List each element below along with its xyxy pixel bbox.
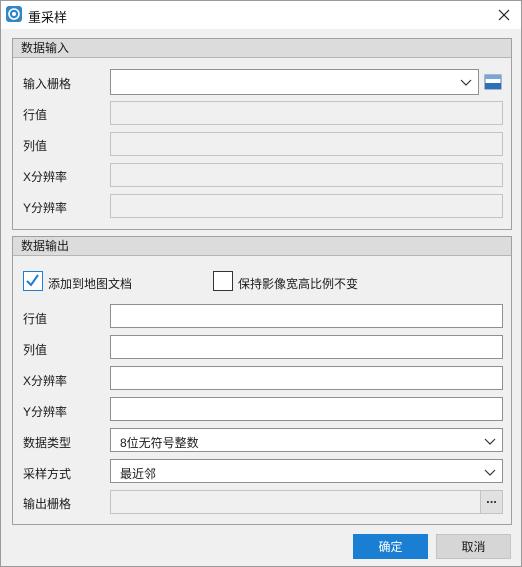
method-value: 最近邻: [120, 467, 157, 481]
resample-dialog: 重采样 数据输入 输入栅格 行值 列值 X分辨率 Y分辨率 数据输出 添加到地图…: [0, 0, 522, 567]
input-xres-field: [110, 163, 503, 187]
output-raster-field[interactable]: ...: [110, 490, 503, 514]
datatype-label: 数据类型: [23, 436, 72, 450]
input-yres-label: Y分辨率: [23, 201, 68, 215]
output-cols-input[interactable]: [110, 335, 503, 359]
data-output-header: 数据输出: [13, 237, 511, 256]
data-input-header: 数据输入: [13, 39, 511, 58]
datatype-value: 8位无符号整数: [120, 436, 199, 450]
browse-button[interactable]: ...: [480, 491, 502, 513]
chevron-down-icon: [484, 438, 496, 445]
input-cols-label: 列值: [23, 139, 48, 153]
output-xres-label: X分辨率: [23, 374, 68, 388]
input-rows-field: [110, 101, 503, 125]
chevron-down-icon: [460, 79, 472, 86]
output-rows-input[interactable]: [110, 304, 503, 328]
window-title: 重采样: [28, 10, 68, 25]
datatype-select[interactable]: 8位无符号整数: [110, 428, 503, 452]
cancel-button[interactable]: 取消: [436, 534, 511, 559]
output-rows-label: 行值: [23, 312, 48, 326]
output-cols-label: 列值: [23, 343, 48, 357]
method-label: 采样方式: [23, 467, 72, 481]
input-cols-field: [110, 132, 503, 156]
open-folder-icon[interactable]: [484, 73, 502, 91]
input-yres-field: [110, 194, 503, 218]
chevron-down-icon: [484, 469, 496, 476]
add-to-map-label: 添加到地图文档: [48, 277, 133, 291]
checkmark-icon: [26, 274, 39, 287]
ok-button[interactable]: 确定: [353, 534, 428, 559]
close-icon: [498, 9, 510, 21]
resample-app-icon: [6, 6, 22, 22]
keep-aspect-checkbox[interactable]: [213, 271, 233, 291]
output-raster-label: 输出栅格: [23, 497, 72, 511]
output-xres-input[interactable]: [110, 366, 503, 390]
data-input-group: 数据输入 输入栅格 行值 列值 X分辨率 Y分辨率: [12, 38, 512, 230]
add-to-map-checkbox[interactable]: [23, 271, 43, 291]
data-output-group: 数据输出 添加到地图文档 保持影像宽高比例不变 行值 列值 X分辨率 Y分辨率 …: [12, 236, 512, 525]
input-rows-label: 行值: [23, 108, 48, 122]
output-yres-input[interactable]: [110, 397, 503, 421]
method-select[interactable]: 最近邻: [110, 459, 503, 483]
title-bar: 重采样: [1, 1, 521, 29]
input-raster-label: 输入栅格: [23, 77, 72, 91]
input-raster-select[interactable]: [110, 69, 479, 95]
input-xres-label: X分辨率: [23, 170, 68, 184]
output-yres-label: Y分辨率: [23, 405, 68, 419]
keep-aspect-label: 保持影像宽高比例不变: [238, 277, 359, 291]
close-button[interactable]: [493, 4, 515, 26]
